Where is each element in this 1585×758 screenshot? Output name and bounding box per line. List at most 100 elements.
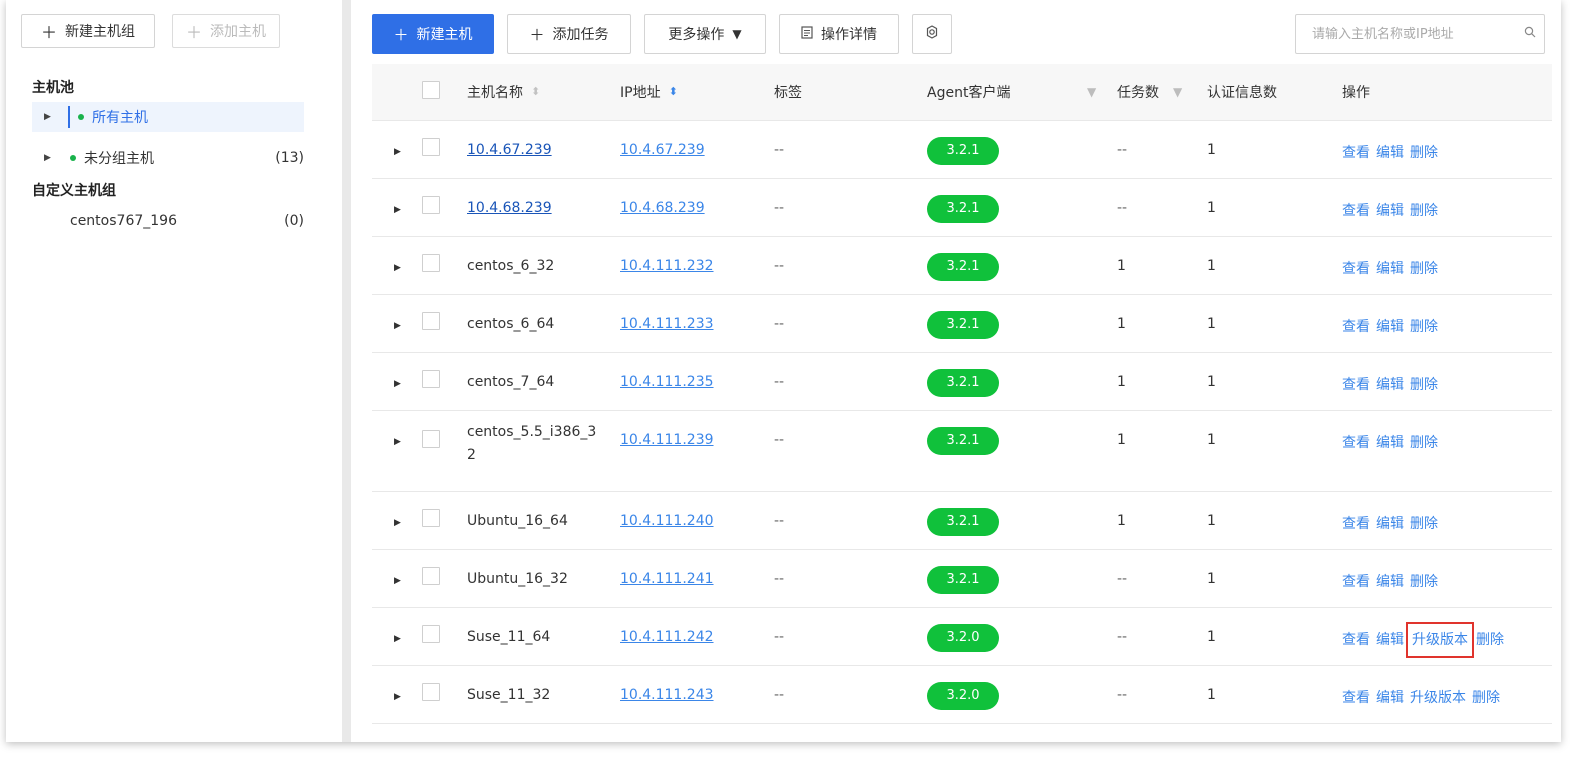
view-action[interactable]: 查看 xyxy=(1342,377,1370,393)
delete-action[interactable]: 删除 xyxy=(1410,516,1438,532)
ip-link[interactable]: 10.4.68.239 xyxy=(620,200,705,216)
view-action[interactable]: 查看 xyxy=(1342,690,1370,706)
row-checkbox[interactable] xyxy=(422,625,440,643)
edit-action[interactable]: 编辑 xyxy=(1376,632,1404,648)
ip-link[interactable]: 10.4.111.241 xyxy=(620,571,714,587)
edit-action[interactable]: 编辑 xyxy=(1376,203,1404,219)
more-operations-dropdown[interactable]: 更多操作 ▼ xyxy=(644,14,766,54)
add-host-button[interactable]: ＋ 添加主机 xyxy=(172,14,280,48)
header-ip[interactable]: IP地址 ⬍ xyxy=(620,64,774,121)
search-icon[interactable] xyxy=(1516,26,1544,42)
delete-action[interactable]: 删除 xyxy=(1410,203,1438,219)
edit-action[interactable]: 编辑 xyxy=(1376,435,1404,451)
host-search-input[interactable] xyxy=(1296,15,1516,53)
header-agent-filter[interactable]: ▼ xyxy=(1087,64,1117,121)
new-host-button[interactable]: ＋ 新建主机 xyxy=(372,14,494,54)
tree-item-all-hosts[interactable]: ▶ 所有主机 xyxy=(32,102,304,132)
edit-action[interactable]: 编辑 xyxy=(1376,690,1404,706)
tag-cell: -- xyxy=(774,686,785,703)
header-tasks: 任务数 ▼ xyxy=(1117,64,1207,121)
row-checkbox[interactable] xyxy=(422,254,440,272)
delete-action[interactable]: 删除 xyxy=(1472,690,1500,706)
delete-action[interactable]: 删除 xyxy=(1410,574,1438,590)
view-action[interactable]: 查看 xyxy=(1342,632,1370,648)
header-checkbox-cell[interactable] xyxy=(422,64,467,121)
row-checkbox[interactable] xyxy=(422,370,440,388)
delete-action[interactable]: 删除 xyxy=(1410,145,1438,161)
sort-icon[interactable]: ⬍ xyxy=(531,85,540,98)
view-action[interactable]: 查看 xyxy=(1342,319,1370,335)
row-checkbox[interactable] xyxy=(422,509,440,527)
expand-row-icon[interactable]: ▶ xyxy=(372,379,401,389)
delete-action[interactable]: 删除 xyxy=(1476,632,1504,648)
auth-count: 1 xyxy=(1207,199,1216,216)
host-name-link[interactable]: 10.4.68.239 xyxy=(467,200,552,216)
row-checkbox[interactable] xyxy=(422,429,440,448)
edit-action[interactable]: 编辑 xyxy=(1376,574,1404,590)
select-all-checkbox[interactable] xyxy=(422,80,440,99)
header-host-name[interactable]: 主机名称 ⬍ xyxy=(467,64,620,121)
edit-action[interactable]: 编辑 xyxy=(1376,377,1404,393)
expand-row-icon[interactable]: ▶ xyxy=(372,321,401,331)
view-action[interactable]: 查看 xyxy=(1342,261,1370,277)
expand-row-icon[interactable]: ▶ xyxy=(372,147,401,157)
view-action[interactable]: 查看 xyxy=(1342,203,1370,219)
filter-icon[interactable]: ▼ xyxy=(1173,85,1182,99)
ip-link[interactable]: 10.4.111.243 xyxy=(620,687,714,703)
expand-row-icon[interactable]: ▶ xyxy=(372,634,401,644)
view-action[interactable]: 查看 xyxy=(1342,574,1370,590)
view-action[interactable]: 查看 xyxy=(1342,435,1370,451)
host-search-box[interactable] xyxy=(1295,14,1545,54)
edit-action[interactable]: 编辑 xyxy=(1376,261,1404,277)
row-checkbox[interactable] xyxy=(422,196,440,214)
tag-cell: -- xyxy=(774,431,785,448)
tag-cell: -- xyxy=(774,141,785,158)
filter-icon[interactable]: ▼ xyxy=(1087,85,1096,99)
row-checkbox[interactable] xyxy=(422,138,440,156)
caret-right-icon[interactable]: ▶ xyxy=(44,112,54,122)
ip-link[interactable]: 10.4.111.240 xyxy=(620,513,714,529)
delete-action[interactable]: 删除 xyxy=(1410,435,1438,451)
view-action[interactable]: 查看 xyxy=(1342,145,1370,161)
row-checkbox[interactable] xyxy=(422,683,440,701)
ip-link[interactable]: 10.4.111.242 xyxy=(620,629,714,645)
ip-link[interactable]: 10.4.111.233 xyxy=(620,316,714,332)
view-action[interactable]: 查看 xyxy=(1342,516,1370,532)
expand-row-icon[interactable]: ▶ xyxy=(372,576,401,586)
tree-item-ungrouped-hosts[interactable]: ▶ 未分组主机 (13) xyxy=(32,143,304,173)
upgrade-version-action[interactable]: 升级版本 xyxy=(1406,621,1474,658)
upgrade-version-action[interactable]: 升级版本 xyxy=(1410,690,1466,706)
ip-link[interactable]: 10.4.67.239 xyxy=(620,142,705,158)
row-checkbox[interactable] xyxy=(422,567,440,585)
expand-row-icon[interactable]: ▶ xyxy=(372,263,401,273)
expand-row-icon[interactable]: ▶ xyxy=(372,437,401,447)
caret-right-icon[interactable]: ▶ xyxy=(44,153,54,163)
delete-action[interactable]: 删除 xyxy=(1410,377,1438,393)
host-name-link[interactable]: 10.4.67.239 xyxy=(467,142,552,158)
panel-divider[interactable] xyxy=(342,0,351,742)
table-row: ▶ centos_7_64 10.4.111.235 -- 3.2.1 1 1 … xyxy=(372,352,1552,411)
agent-version-badge: 3.2.1 xyxy=(927,310,999,339)
edit-action[interactable]: 编辑 xyxy=(1376,319,1404,335)
operation-details-button[interactable]: 操作详情 xyxy=(779,14,899,54)
agent-version-badge: 3.2.1 xyxy=(927,252,999,281)
new-host-group-button[interactable]: ＋ 新建主机组 xyxy=(21,14,155,48)
expand-row-icon[interactable]: ▶ xyxy=(372,692,401,702)
host-name: centos_7_64 xyxy=(467,373,555,390)
delete-action[interactable]: 删除 xyxy=(1410,261,1438,277)
edit-action[interactable]: 编辑 xyxy=(1376,516,1404,532)
settings-button[interactable] xyxy=(912,14,952,54)
delete-action[interactable]: 删除 xyxy=(1410,319,1438,335)
expand-row-icon[interactable]: ▶ xyxy=(372,205,401,215)
tree-item-custom-group[interactable]: centos767_196 (0) xyxy=(32,206,304,236)
add-task-button[interactable]: ＋ 添加任务 xyxy=(507,14,631,54)
ip-link[interactable]: 10.4.111.232 xyxy=(620,258,714,274)
ip-link[interactable]: 10.4.111.235 xyxy=(620,374,714,390)
edit-action[interactable]: 编辑 xyxy=(1376,145,1404,161)
sort-icon[interactable]: ⬍ xyxy=(669,85,678,98)
agent-version-badge: 3.2.1 xyxy=(927,194,999,223)
ip-link[interactable]: 10.4.111.239 xyxy=(620,432,714,448)
row-checkbox[interactable] xyxy=(422,312,440,330)
expand-row-icon[interactable]: ▶ xyxy=(372,518,401,528)
auth-count: 1 xyxy=(1207,512,1216,529)
